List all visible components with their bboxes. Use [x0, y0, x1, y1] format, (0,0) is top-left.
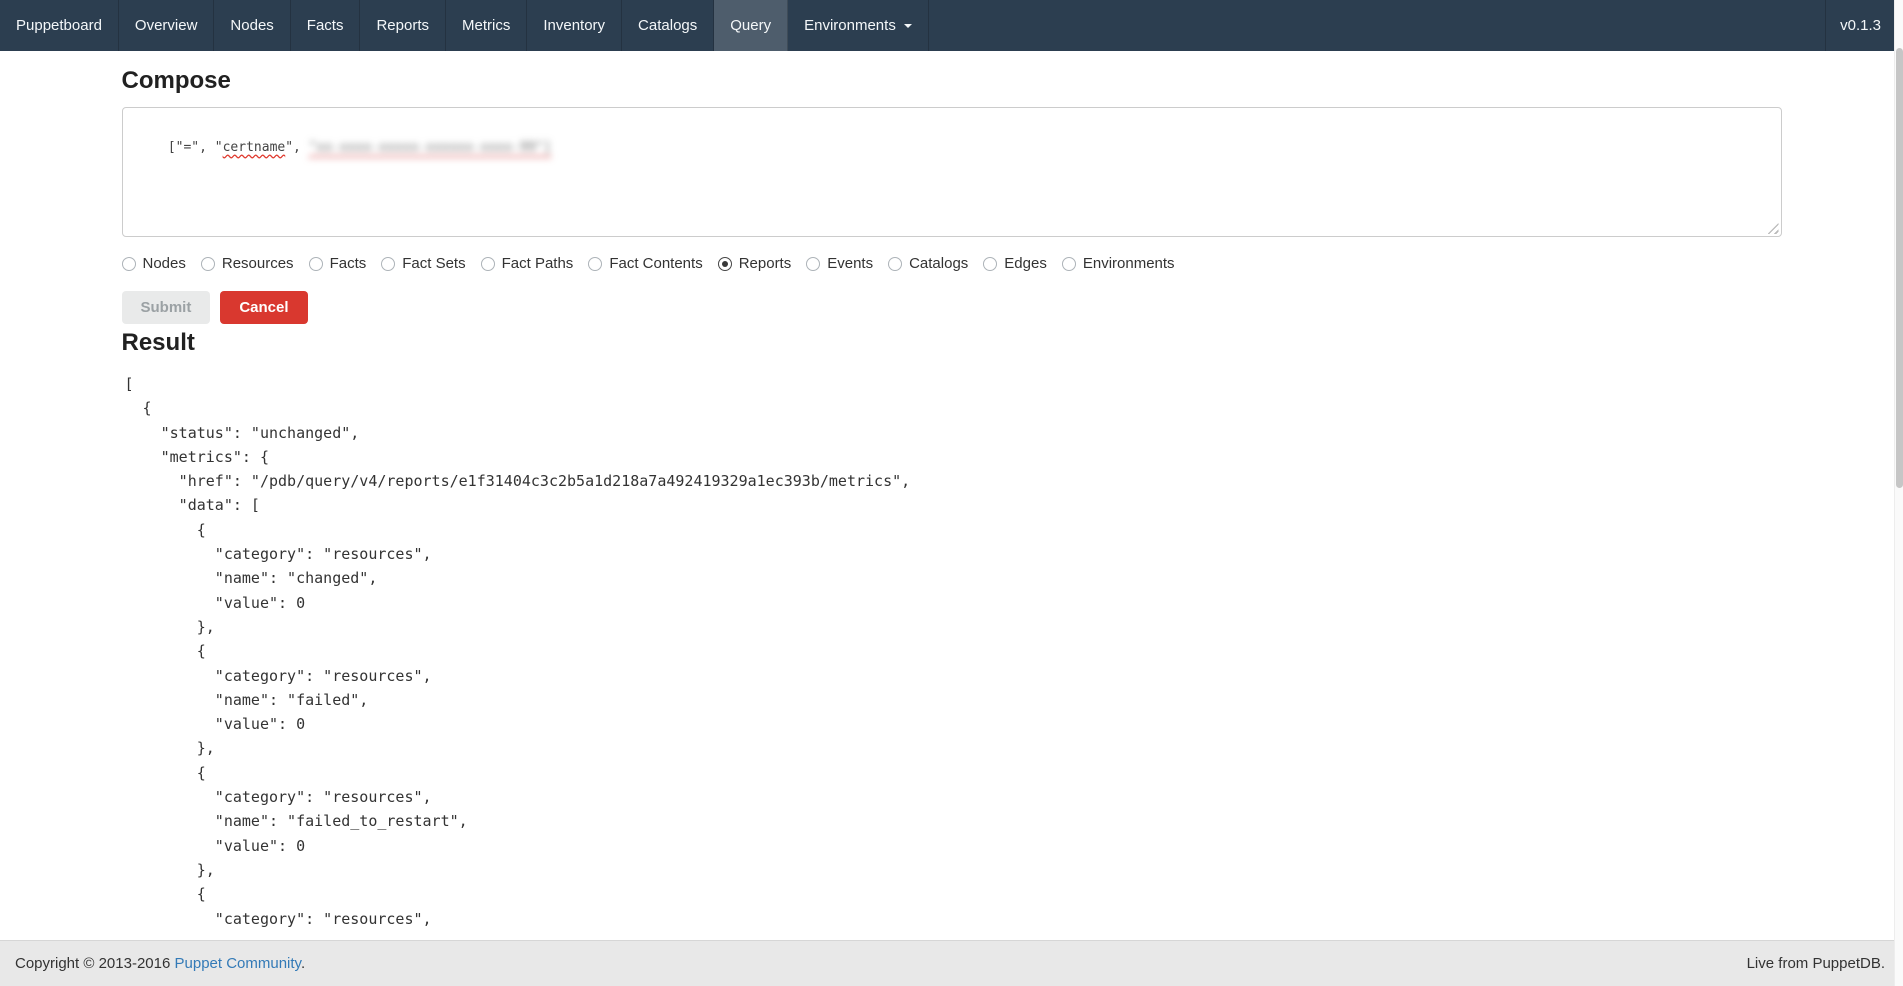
radio-icon[interactable] [588, 257, 602, 271]
query-text-part2: ", [285, 140, 308, 155]
radio-icon[interactable] [481, 257, 495, 271]
endpoint-radio-facts[interactable]: Facts [309, 255, 367, 272]
radio-icon[interactable] [888, 257, 902, 271]
radio-icon[interactable] [983, 257, 997, 271]
endpoint-radio-reports[interactable]: Reports [718, 255, 792, 272]
navbar-spacer [929, 0, 1825, 51]
query-text-part1: ["=", " [168, 140, 223, 155]
nav-item-label: Catalogs [638, 0, 697, 51]
result-heading: Result [122, 330, 1782, 356]
radio-label: Facts [330, 255, 367, 272]
submit-button[interactable]: Submit [122, 291, 211, 324]
endpoint-radio-nodes[interactable]: Nodes [122, 255, 186, 272]
radio-label: Fact Contents [609, 255, 702, 272]
cancel-button[interactable]: Cancel [220, 291, 307, 324]
nav-item-environments[interactable]: Environments [788, 0, 929, 51]
nav-item-facts[interactable]: Facts [291, 0, 361, 51]
radio-icon[interactable] [201, 257, 215, 271]
radio-label: Fact Sets [402, 255, 465, 272]
nav-item-label: Facts [307, 0, 344, 51]
radio-label: Edges [1004, 255, 1047, 272]
endpoint-radio-edges[interactable]: Edges [983, 255, 1047, 272]
endpoint-radio-fact-sets[interactable]: Fact Sets [381, 255, 465, 272]
radio-label: Reports [739, 255, 792, 272]
endpoint-radio-fact-paths[interactable]: Fact Paths [481, 255, 574, 272]
radio-icon[interactable] [122, 257, 136, 271]
compose-heading: Compose [122, 68, 1782, 94]
radio-label: Events [827, 255, 873, 272]
nav-item-label: Nodes [230, 0, 273, 51]
puppet-community-link[interactable]: Puppet Community [175, 955, 301, 972]
nav-item-label: Metrics [462, 0, 510, 51]
scrollbar-thumb[interactable] [1896, 48, 1903, 488]
nav-item-label: Query [730, 0, 771, 51]
nav-item-inventory[interactable]: Inventory [527, 0, 622, 51]
radio-selected-icon[interactable] [718, 257, 732, 271]
endpoint-radio-events[interactable]: Events [806, 255, 873, 272]
query-text-certname: certname [223, 140, 286, 155]
nav-item-label: Inventory [543, 0, 605, 51]
chevron-down-icon [904, 24, 912, 28]
navbar-items: Overview Nodes Facts Reports Metrics Inventor… [119, 0, 929, 51]
top-navbar: Puppetboard Overview Nodes Facts Reports Met… [0, 0, 1903, 51]
nav-item-query[interactable]: Query [714, 0, 788, 51]
radio-label: Resources [222, 255, 294, 272]
form-actions: Submit Cancel [122, 291, 1782, 324]
query-textarea[interactable]: ["=", "certname", "xx-xxxx-xxxxx-xxxxxx-… [122, 107, 1782, 237]
nav-item-label: Environments [804, 0, 896, 51]
endpoint-radio-catalogs[interactable]: Catalogs [888, 255, 968, 272]
main-content: Compose ["=", "certname", "xx-xxxx-xxxxx… [122, 0, 1782, 931]
nav-item-nodes[interactable]: Nodes [214, 0, 290, 51]
radio-label: Catalogs [909, 255, 968, 272]
radio-icon[interactable] [309, 257, 323, 271]
version-badge: v0.1.3 [1825, 0, 1895, 51]
footer-copyright: Copyright © 2013-2016 Puppet Community. [15, 955, 305, 972]
navbar-brand[interactable]: Puppetboard [0, 0, 119, 51]
nav-item-reports[interactable]: Reports [360, 0, 446, 51]
radio-icon[interactable] [806, 257, 820, 271]
endpoint-radio-group: Nodes Resources Facts Fact Sets Fact Paths Fa… [122, 255, 1782, 272]
query-text-redacted-value: "xx-xxxx-xxxxx-xxxxxx-xxxx-99"] [309, 140, 552, 155]
endpoint-radio-environments[interactable]: Environments [1062, 255, 1175, 272]
endpoint-radio-fact-contents[interactable]: Fact Contents [588, 255, 702, 272]
nav-item-metrics[interactable]: Metrics [446, 0, 527, 51]
footer-status: Live from PuppetDB. [1747, 955, 1885, 972]
page-footer: Copyright © 2013-2016 Puppet Community. … [0, 940, 1903, 986]
copyright-prefix: Copyright © 2013-2016 [15, 955, 175, 972]
nav-item-label: Reports [376, 0, 429, 51]
radio-icon[interactable] [381, 257, 395, 271]
nav-item-overview[interactable]: Overview [119, 0, 215, 51]
textarea-resize-handle[interactable] [1768, 223, 1779, 234]
version-label: v0.1.3 [1840, 17, 1881, 34]
result-json: [ { "status": "unchanged", "metrics": { … [122, 372, 1782, 931]
copyright-suffix: . [301, 955, 305, 972]
nav-item-label: Overview [135, 0, 198, 51]
scrollbar[interactable] [1894, 0, 1903, 986]
nav-item-catalogs[interactable]: Catalogs [622, 0, 714, 51]
radio-icon[interactable] [1062, 257, 1076, 271]
radio-label: Environments [1083, 255, 1175, 272]
radio-label: Nodes [143, 255, 186, 272]
navbar-brand-label: Puppetboard [16, 0, 102, 51]
radio-label: Fact Paths [502, 255, 574, 272]
endpoint-radio-resources[interactable]: Resources [201, 255, 294, 272]
